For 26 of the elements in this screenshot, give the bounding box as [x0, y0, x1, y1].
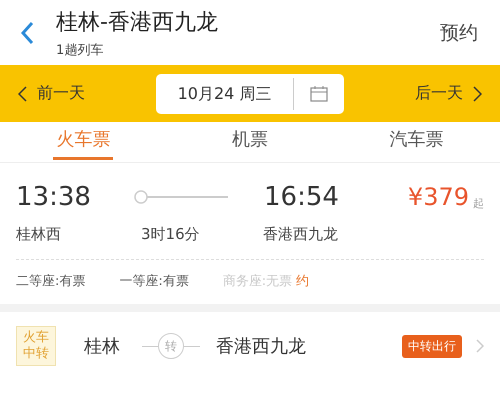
tab[interactable]: 汽车票 [333, 122, 500, 162]
transfer-origin: 桂林 [84, 335, 121, 358]
duration: 3时16分 [141, 224, 201, 244]
calendar-icon[interactable] [310, 86, 328, 102]
train-count: 1趟列车 [56, 42, 104, 58]
seat-availability: 一等座:有票 [119, 273, 189, 290]
seat-availability: 二等座:有票 [16, 273, 86, 290]
back-icon[interactable] [20, 20, 34, 44]
departure-station: 桂林西 [16, 224, 62, 244]
previous-day-button[interactable]: 前一天 [18, 83, 85, 104]
price: ¥379 [408, 183, 469, 211]
reserve-link[interactable]: 预约 [440, 20, 478, 46]
transfer-destination: 香港西九龙 [216, 335, 307, 358]
arrival-time: 16:54 [264, 182, 340, 212]
transfer-tag: 中转出行 [402, 334, 462, 358]
arrival-station: 香港西九龙 [263, 224, 338, 244]
date-picker[interactable]: 10月24 周三 [156, 74, 344, 114]
chevron-right-icon [473, 86, 482, 102]
departure-time: 13:38 [16, 182, 92, 212]
tab[interactable]: 机票 [166, 122, 334, 162]
page-title: 桂林-香港西九龙 [56, 8, 219, 36]
transfer-marker: 转 [158, 333, 184, 359]
transfer-badge: 火车中转 [16, 326, 56, 366]
price-suffix: 起 [473, 196, 484, 211]
next-day-button[interactable]: 后一天 [415, 83, 482, 104]
chevron-left-icon [18, 86, 27, 102]
